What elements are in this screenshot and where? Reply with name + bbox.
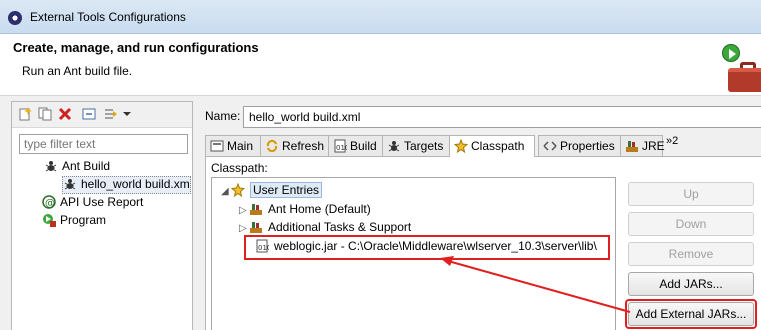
filter-icon[interactable]	[104, 107, 120, 123]
expand-icon[interactable]: ▷	[239, 205, 249, 216]
delete-icon[interactable]	[58, 107, 74, 123]
eclipse-icon	[8, 11, 22, 25]
classpath-item-user-entries[interactable]: ◢ User Entries	[221, 182, 323, 201]
tree-item-label: hello_world build.xml	[81, 177, 191, 191]
properties-icon	[543, 139, 557, 153]
header-title: Create, manage, and run configurations	[13, 40, 259, 55]
up-button[interactable]: Up	[628, 182, 754, 206]
tree-item-label: Program	[60, 213, 107, 227]
duplicate-icon[interactable]	[38, 107, 54, 123]
tree-item-hello-world-build[interactable]: hello_world build.xml	[62, 176, 191, 194]
tabs-overflow[interactable]: »2	[666, 135, 678, 147]
window-title: External Tools Configurations	[30, 10, 186, 24]
collapse-icon[interactable]: ◢	[221, 186, 231, 197]
tab-classpath[interactable]: Classpath	[449, 135, 535, 157]
tab-targets[interactable]: Targets	[382, 135, 450, 156]
add-external-jars-button[interactable]: Add External JARs...	[628, 302, 754, 326]
library-icon	[249, 220, 263, 234]
ant-icon	[44, 159, 58, 173]
tab-refresh[interactable]: Refresh	[260, 135, 329, 156]
filter-input[interactable]	[19, 134, 188, 154]
title-bar: External Tools Configurations	[0, 0, 761, 34]
classpath-icon	[453, 138, 469, 154]
program-icon	[42, 213, 56, 227]
toolbox-icon	[722, 44, 761, 92]
classpath-item-ant-home[interactable]: ▷ Ant Home (Default)	[239, 202, 371, 220]
svg-text:@: @	[45, 198, 55, 209]
chevron-down-icon[interactable]	[122, 107, 132, 123]
name-field[interactable]	[243, 106, 761, 128]
tree-item-api-use-report[interactable]: @ API Use Report	[42, 195, 143, 213]
dialog-header: Create, manage, and run configurations R…	[0, 34, 761, 96]
build-icon: 010	[333, 139, 349, 153]
library-icon	[249, 202, 263, 216]
annotation-highlight	[244, 235, 610, 260]
configurations-toolbar	[12, 102, 192, 128]
header-description: Run an Ant build file.	[22, 64, 133, 78]
classpath-item-label: User Entries	[250, 182, 323, 198]
name-label: Name:	[205, 109, 241, 123]
tab-properties[interactable]: Properties	[538, 135, 621, 156]
tree-item-program[interactable]: Program	[42, 213, 106, 231]
classpath-item-label: Additional Tasks & Support	[268, 220, 412, 234]
ant-icon	[63, 177, 77, 191]
tree-item-label: API Use Report	[60, 195, 144, 209]
expand-icon[interactable]: ▷	[239, 223, 249, 234]
down-button[interactable]: Down	[628, 212, 754, 236]
new-configuration-icon[interactable]	[18, 107, 34, 123]
user-entries-icon	[230, 182, 246, 198]
refresh-icon	[265, 139, 279, 153]
add-jars-button[interactable]: Add JARs...	[628, 272, 754, 296]
tree-item-ant-build[interactable]: Ant Build	[44, 159, 110, 177]
collapse-all-icon[interactable]	[82, 107, 98, 123]
remove-button[interactable]: Remove	[628, 242, 754, 266]
svg-text:010: 010	[336, 144, 347, 152]
classpath-item-label: Ant Home (Default)	[268, 202, 371, 216]
ant-icon	[387, 139, 401, 153]
classpath-label: Classpath:	[211, 161, 268, 175]
tree-item-label: Ant Build	[62, 159, 111, 173]
tab-jre[interactable]: JRE	[620, 135, 665, 156]
run-icon	[722, 44, 740, 62]
main-tab-icon	[210, 139, 224, 153]
tab-build[interactable]: 010Build	[328, 135, 383, 156]
library-icon	[625, 139, 639, 153]
tab-main[interactable]: Main	[205, 135, 261, 156]
api-report-icon: @	[42, 195, 56, 209]
